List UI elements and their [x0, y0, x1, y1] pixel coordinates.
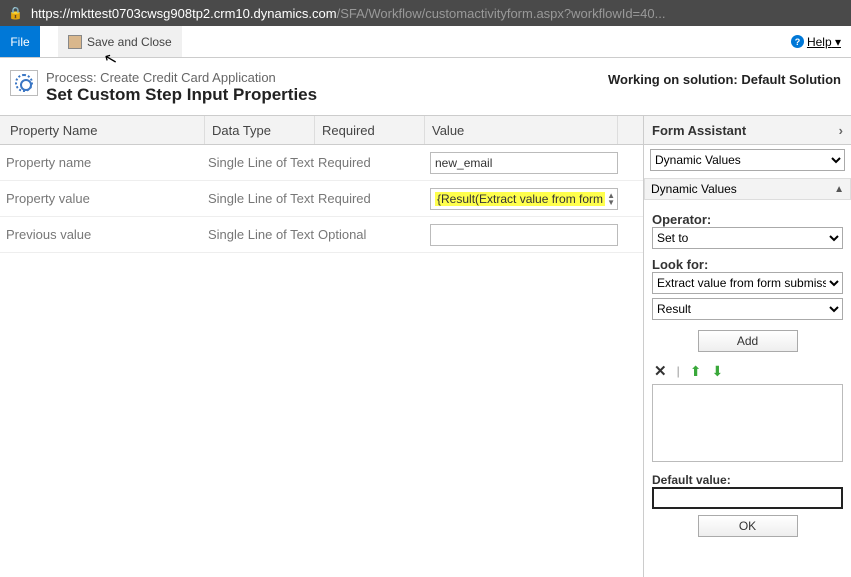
prop-type: Single Line of Text	[205, 191, 315, 206]
dynamic-values-section[interactable]: Dynamic Values ▲	[644, 178, 851, 200]
dynamic-value-token: {Result(Extract value from form	[435, 192, 605, 206]
table-row: Previous value Single Line of Text Optio…	[0, 217, 643, 253]
col-header-value[interactable]: Value	[425, 116, 618, 144]
form-assistant-panel: Form Assistant › Dynamic Values Dynamic …	[644, 115, 851, 577]
look-for-label: Look for:	[652, 257, 843, 272]
properties-panel: Property Name Data Type Required Value P…	[0, 115, 644, 577]
chevron-right-icon: ›	[839, 123, 843, 138]
form-assistant-header[interactable]: Form Assistant ›	[644, 115, 851, 145]
property-name-input[interactable]	[430, 152, 618, 174]
lock-icon: 🔒	[8, 6, 23, 20]
table-row: Property name Single Line of Text Requir…	[0, 145, 643, 181]
help-label: Help ▾	[807, 35, 841, 49]
workflow-icon	[10, 70, 38, 96]
values-list[interactable]	[652, 384, 843, 462]
add-button[interactable]: Add	[698, 330, 798, 352]
assistant-mode-select[interactable]: Dynamic Values	[650, 149, 845, 171]
save-icon	[68, 35, 82, 49]
toolbar: File Save and Close ? Help ▾	[0, 26, 851, 58]
help-icon: ?	[791, 35, 804, 48]
value-spinner[interactable]: ▲▼	[607, 192, 615, 206]
prop-name: Previous value	[0, 227, 205, 242]
operator-label: Operator:	[652, 212, 843, 227]
prop-name: Property name	[0, 155, 205, 170]
url-path: /SFA/Workflow/customactivityform.aspx?wo…	[337, 6, 666, 21]
prop-type: Single Line of Text	[205, 227, 315, 242]
table-header: Property Name Data Type Required Value	[0, 115, 643, 145]
prop-required: Optional	[315, 227, 425, 242]
prop-required: Required	[315, 191, 425, 206]
ok-button[interactable]: OK	[698, 515, 798, 537]
default-value-input[interactable]	[652, 487, 843, 509]
table-row: Property value Single Line of Text Requi…	[0, 181, 643, 217]
collapse-icon: ▲	[834, 184, 844, 195]
solution-label: Working on solution: Default Solution	[608, 70, 841, 105]
remove-icon[interactable]: ✕	[654, 362, 667, 380]
save-and-close-label: Save and Close	[87, 35, 172, 49]
col-header-type[interactable]: Data Type	[205, 116, 315, 144]
file-menu-button[interactable]: File	[0, 26, 40, 57]
prop-name: Property value	[0, 191, 205, 206]
col-header-required[interactable]: Required	[315, 116, 425, 144]
process-breadcrumb: Process: Create Credit Card Application	[46, 70, 317, 85]
look-for-attribute-select[interactable]: Result	[652, 298, 843, 320]
default-value-label: Default value:	[652, 473, 843, 487]
address-bar: 🔒 https://mkttest0703cwsg908tp2.crm10.dy…	[0, 0, 851, 26]
operator-select[interactable]: Set to	[652, 227, 843, 249]
save-and-close-button[interactable]: Save and Close	[58, 26, 182, 57]
move-up-icon[interactable]: ⬆	[690, 363, 702, 380]
property-value-input[interactable]: {Result(Extract value from form ▲▼	[430, 188, 618, 210]
col-header-name[interactable]: Property Name	[0, 116, 205, 144]
page-title: Set Custom Step Input Properties	[46, 85, 317, 105]
url-host: https://mkttest0703cwsg908tp2.crm10.dyna…	[31, 6, 337, 21]
page-header: Process: Create Credit Card Application …	[0, 58, 851, 115]
look-for-entity-select[interactable]: Extract value from form submission	[652, 272, 843, 294]
prop-type: Single Line of Text	[205, 155, 315, 170]
prop-required: Required	[315, 155, 425, 170]
move-down-icon[interactable]: ⬇	[711, 363, 723, 380]
previous-value-input[interactable]	[430, 224, 618, 246]
help-button[interactable]: ? Help ▾	[791, 26, 851, 57]
